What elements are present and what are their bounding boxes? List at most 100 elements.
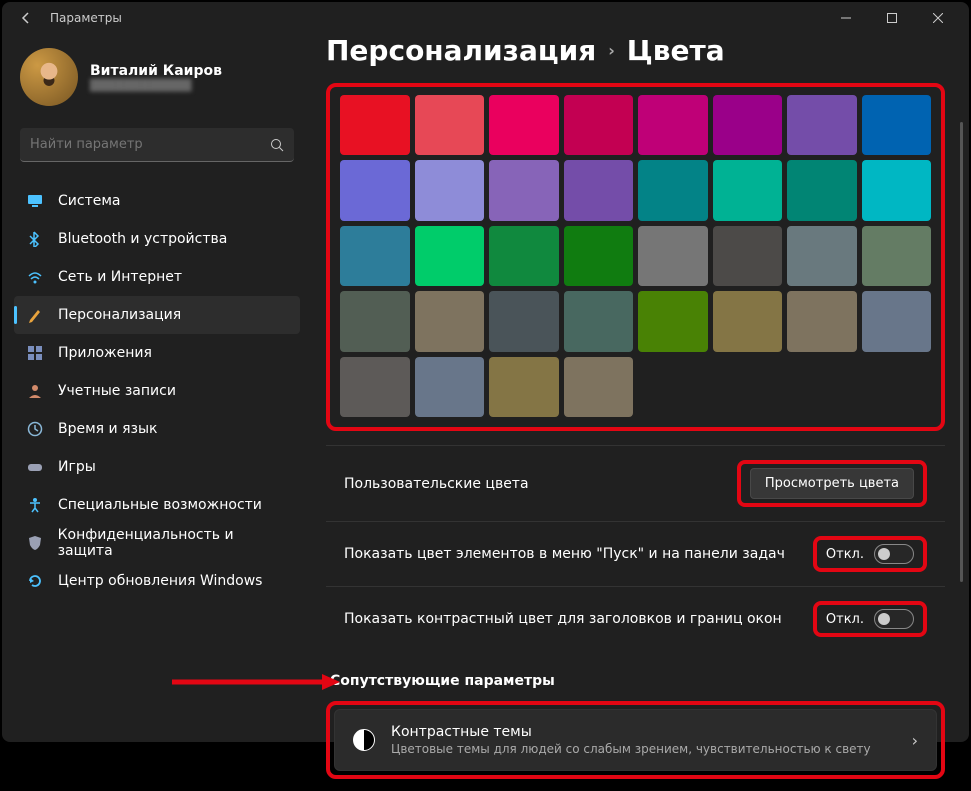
wifi-icon [26,268,44,286]
close-button[interactable] [915,2,961,34]
color-swatch[interactable] [564,160,634,220]
start-taskbar-accent-row: Показать цвет элементов в меню "Пуск" и … [326,521,945,586]
breadcrumb-parent[interactable]: Персонализация [326,34,596,67]
sidebar-item-label: Время и язык [58,421,157,437]
color-swatch[interactable] [862,291,932,351]
color-swatch[interactable] [564,357,634,417]
chevron-right-icon: › [912,731,918,750]
color-swatch[interactable] [638,95,708,155]
sidebar-item-9[interactable]: Конфиденциальность и защита [14,524,300,562]
shield-icon [26,534,44,552]
color-swatch[interactable] [489,357,559,417]
color-swatch[interactable] [340,291,410,351]
color-swatch[interactable] [340,226,410,286]
view-colors-button[interactable]: Просмотреть цвета [750,468,914,499]
sidebar-item-label: Центр обновления Windows [58,573,262,589]
nav-list: СистемаBluetooth и устройства Сеть и Инте… [14,182,300,600]
color-swatch[interactable] [564,226,634,286]
start-taskbar-label: Показать цвет элементов в меню "Пуск" и … [344,546,813,562]
sidebar-item-label: Сеть и Интернет [58,269,182,285]
sidebar-item-10[interactable]: Центр обновления Windows [14,562,300,600]
color-swatch[interactable] [713,160,783,220]
person-icon [26,382,44,400]
color-swatch[interactable] [713,95,783,155]
sidebar-item-label: Специальные возможности [58,497,262,513]
color-swatch[interactable] [415,95,485,155]
title-borders-label: Показать контрастный цвет для заголовков… [344,611,813,627]
avatar [20,48,78,106]
contrast-icon [353,729,375,751]
sidebar-item-3[interactable]: Персонализация [14,296,300,334]
toggle-start-taskbar[interactable] [874,544,914,564]
sidebar-item-1[interactable]: Bluetooth и устройства [14,220,300,258]
color-swatch[interactable] [787,95,857,155]
gamepad-icon [26,458,44,476]
sidebar-item-5[interactable]: Учетные записи [14,372,300,410]
search-icon [270,138,284,152]
color-swatches-region [326,83,945,431]
brush-icon [26,306,44,324]
color-swatch[interactable] [862,160,932,220]
sidebar-item-label: Учетные записи [58,383,176,399]
color-swatch[interactable] [489,95,559,155]
monitor-icon [26,192,44,210]
bluetooth-icon [26,230,44,248]
profile-block[interactable]: Виталий Каиров ████████████ [14,40,300,124]
color-swatch[interactable] [415,160,485,220]
minimize-button[interactable] [823,2,869,34]
search-input[interactable] [30,137,270,152]
color-swatch[interactable] [713,226,783,286]
color-swatch[interactable] [638,291,708,351]
color-swatch[interactable] [489,160,559,220]
related-title: Контрастные темы [391,724,871,740]
sidebar-item-6[interactable]: Время и язык [14,410,300,448]
sidebar-item-4[interactable]: Приложения [14,334,300,372]
color-swatch[interactable] [340,95,410,155]
sidebar-item-0[interactable]: Система [14,182,300,220]
apps-icon [26,344,44,362]
color-swatch[interactable] [862,226,932,286]
color-swatch[interactable] [862,95,932,155]
window-title: Параметры [50,11,122,25]
toggle-title-borders[interactable] [874,609,914,629]
breadcrumb-current: Цвета [627,34,725,67]
color-swatch[interactable] [340,357,410,417]
color-swatch[interactable] [564,95,634,155]
highlight-toggle-start: Откл. [813,536,927,572]
highlight-toggle-title: Откл. [813,601,927,637]
color-swatch[interactable] [564,291,634,351]
sidebar-item-7[interactable]: Игры [14,448,300,486]
settings-window: Параметры Виталий Каиров ████████████ Си… [2,2,969,742]
annotation-arrow [172,672,342,692]
color-swatch[interactable] [787,226,857,286]
color-swatch[interactable] [489,291,559,351]
color-swatch[interactable] [415,357,485,417]
color-swatch[interactable] [713,291,783,351]
highlight-view-colors: Просмотреть цвета [737,460,927,507]
maximize-button[interactable] [869,2,915,34]
back-button[interactable] [10,2,42,34]
breadcrumb: Персонализация › Цвета [326,34,945,67]
search-box [20,128,294,162]
toggle-state-title: Откл. [826,612,864,627]
color-swatch[interactable] [638,160,708,220]
update-icon [26,572,44,590]
sidebar-item-2[interactable]: Сеть и Интернет [14,258,300,296]
color-swatch[interactable] [787,160,857,220]
titlebar: Параметры [2,2,969,34]
toggle-state-start: Откл. [826,547,864,562]
color-swatch[interactable] [415,291,485,351]
color-swatch[interactable] [415,226,485,286]
contrast-themes-card[interactable]: Контрастные темы Цветовые темы для людей… [334,709,937,771]
sidebar-item-label: Игры [58,459,96,475]
sidebar-item-label: Приложения [58,345,152,361]
sidebar-item-8[interactable]: Специальные возможности [14,486,300,524]
scrollbar[interactable] [960,122,963,582]
color-swatch[interactable] [340,160,410,220]
clock-icon [26,420,44,438]
color-swatch[interactable] [787,291,857,351]
color-swatch[interactable] [638,226,708,286]
sidebar-item-label: Персонализация [58,307,181,323]
sidebar-item-label: Конфиденциальность и защита [58,527,288,559]
color-swatch[interactable] [489,226,559,286]
